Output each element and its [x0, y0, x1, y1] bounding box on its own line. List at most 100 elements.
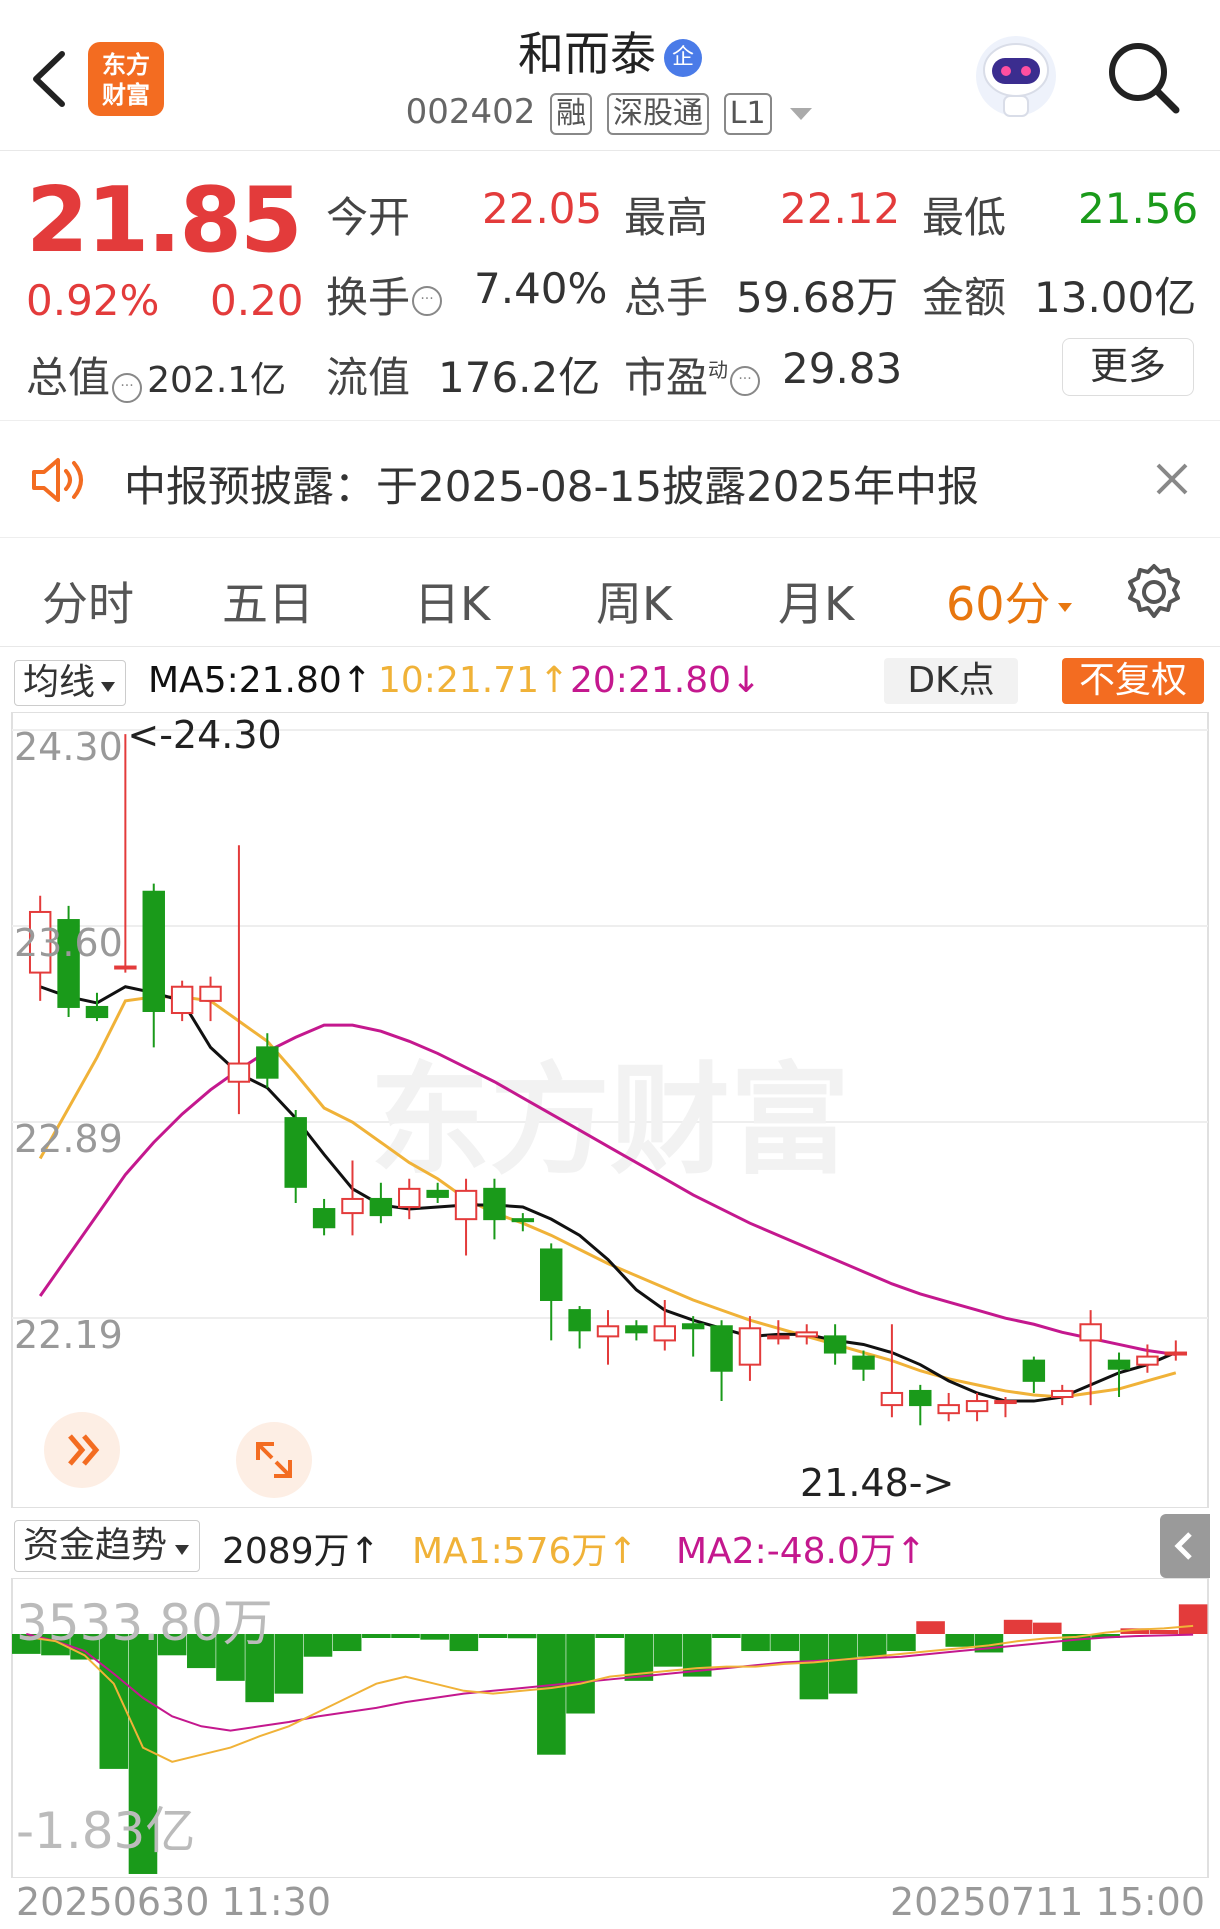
candle-body [625, 1325, 648, 1334]
fund-flow-bar [595, 1634, 625, 1638]
search-icon[interactable] [1104, 38, 1184, 118]
volume-value: 59.68万 [736, 273, 899, 322]
fund-flow-bar [507, 1634, 537, 1639]
pe-value: 29.83 [782, 344, 903, 393]
info-dots-icon[interactable]: ··· [730, 365, 761, 396]
fund-flow-bar [362, 1634, 391, 1638]
candle-body [511, 1218, 535, 1223]
fund-bottom-label: -1.83亿 [16, 1802, 195, 1860]
candle-body [767, 1335, 790, 1340]
tab-weekly-k[interactable]: 周K [596, 568, 672, 634]
ma-select[interactable]: 均线 [14, 660, 127, 706]
candle-body [965, 1400, 989, 1413]
chevron-down-icon [1057, 602, 1072, 612]
dropdown-triangle-icon[interactable] [788, 104, 814, 124]
more-button[interactable]: 更多 [1062, 338, 1194, 396]
candle-body [170, 985, 194, 1015]
fund-flow-bar [887, 1634, 916, 1652]
candle-body [142, 890, 165, 1012]
ma5-readout: MA5:21.80↑ [148, 660, 372, 701]
ma20-readout: 20:21.80↓ [570, 660, 762, 701]
fullscreen-icon[interactable] [236, 1422, 312, 1498]
candle-body [909, 1389, 932, 1407]
x-axis-end: 20250711 15:00 [890, 1880, 1206, 1924]
adjust-button[interactable]: 不复权 [1062, 658, 1204, 704]
fund-flow-bar [770, 1634, 800, 1652]
float-cap-label: 流值 [326, 353, 411, 402]
info-dots-icon[interactable]: ··· [412, 285, 443, 316]
fund-flow-bar [653, 1634, 683, 1667]
gear-icon[interactable] [1124, 562, 1184, 622]
kline-chart[interactable]: 东方财富 24.3023.6022.8922.1921.48 <-24.30 2… [0, 712, 1220, 1508]
market-cap-value: 202.1亿 [147, 360, 287, 401]
candle-body [994, 1400, 1017, 1405]
amount-label: 金额 [922, 273, 1007, 322]
tab-60min[interactable]: 60分 [946, 568, 1075, 634]
candle-body [398, 1187, 421, 1209]
candle-body [710, 1325, 733, 1372]
dk-point-button[interactable]: DK点 [884, 658, 1018, 704]
turnover-label: 换手 ··· [326, 264, 443, 325]
close-icon[interactable] [1152, 459, 1192, 499]
tab-intraday[interactable]: 分时 [42, 568, 134, 634]
candle-body [1136, 1355, 1159, 1366]
top-bar: 东方 财富 和而泰企 002402 融 深股通 L1 [0, 0, 1220, 151]
fund-flow-bar [1003, 1619, 1033, 1634]
candle-body [738, 1327, 762, 1366]
tag-connect: 深股通 [606, 93, 709, 135]
candle-body [1079, 1323, 1102, 1342]
y-axis-tick-label: 22.19 [14, 1313, 123, 1357]
fund-flow-bar [916, 1621, 945, 1634]
candle-body [681, 1323, 705, 1330]
tab-monthly-k[interactable]: 月K [778, 568, 854, 634]
chevron-left-icon [1174, 1532, 1192, 1560]
fund-flow-chart[interactable]: 3533.80万 -1.83亿 [0, 1578, 1220, 1878]
candle-body [369, 1197, 393, 1217]
min-price-label: 21.48-> [800, 1461, 954, 1505]
fund-ma1: MA1:576万↑ [412, 1531, 638, 1572]
candle-body [795, 1331, 818, 1338]
y-axis-tick-label: 24.30 [14, 725, 123, 769]
notice-text: 中报预披露：于2025-08-15披露2025年中报 [124, 462, 979, 511]
low-value: 21.56 [1078, 184, 1199, 233]
pe-label: 市盈动 ··· [624, 344, 761, 405]
candle-body [341, 1197, 364, 1215]
notice-bar[interactable]: 中报预披露：于2025-08-15披露2025年中报 [0, 420, 1220, 538]
market-cap: 总值 ··· 202.1亿 [26, 353, 287, 403]
candle-body [823, 1335, 847, 1354]
stock-code: 002402 [405, 92, 536, 132]
fund-flow-bar [712, 1634, 741, 1638]
candle-body [852, 1355, 875, 1370]
robot-assistant-icon[interactable] [966, 30, 1066, 126]
tab-five-day[interactable]: 五日 [222, 568, 314, 634]
info-dots-icon[interactable]: ··· [112, 372, 143, 403]
candle-body [85, 1005, 109, 1019]
open-value: 22.05 [482, 184, 603, 233]
change-amount: 0.20 [210, 276, 304, 325]
candle-body [937, 1404, 960, 1415]
x-axis-start: 20250630 11:30 [16, 1880, 332, 1924]
candle-body [256, 1046, 279, 1079]
fund-flow-bar [1178, 1604, 1208, 1634]
fund-flow-bar [566, 1634, 595, 1714]
stock-name: 和而泰 [518, 27, 656, 81]
tab-daily-k[interactable]: 日K [414, 568, 490, 634]
fund-flow-bar [799, 1634, 829, 1700]
candle-body [568, 1309, 591, 1332]
fund-select[interactable]: 资金趋势 [14, 1520, 201, 1572]
collapse-panel-button[interactable] [1160, 1514, 1210, 1578]
amount-value: 13.00亿 [1034, 273, 1197, 322]
candle-body [653, 1325, 677, 1342]
expand-left-icon[interactable] [44, 1412, 120, 1488]
candle-body [539, 1248, 563, 1302]
candle-body [1107, 1359, 1131, 1370]
low-label: 最低 [922, 193, 1007, 242]
fund-flow-bar [857, 1634, 887, 1657]
fund-flow-bar [828, 1634, 858, 1694]
fund-flow-bar [1149, 1630, 1179, 1634]
high-label: 最高 [624, 193, 709, 242]
fund-flow-bar [332, 1634, 362, 1652]
float-cap-value: 176.2亿 [438, 353, 601, 402]
ma10-readout: 10:21.71↑ [378, 660, 570, 701]
speaker-icon [32, 458, 83, 502]
